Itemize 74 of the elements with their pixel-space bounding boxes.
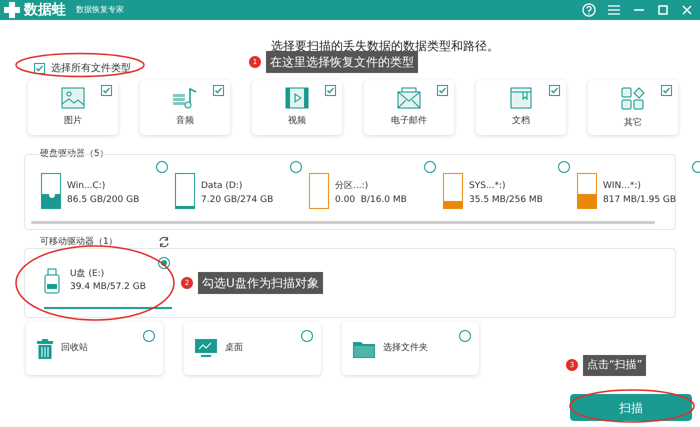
checkbox[interactable]	[549, 85, 560, 96]
drive-size: 39.4 MB/57.2 GB	[70, 281, 146, 294]
drive-size: 86.5 GB/200 GB	[67, 194, 140, 206]
drive-name: SYS...*:)	[469, 180, 507, 193]
location-card[interactable]: 回收站	[26, 322, 163, 375]
file-type-label: 图片	[64, 115, 82, 128]
drive-size: 7.20 GB/274 GB	[201, 194, 274, 206]
grid-icon	[621, 87, 645, 111]
drive-item[interactable]: Data (D:) 7.20 GB/274 GB	[175, 161, 305, 209]
callout-tooltip: 在这里选择恢复文件的类型	[266, 51, 418, 73]
file-type-card[interactable]: 音频	[140, 80, 230, 135]
minimize-icon[interactable]	[634, 9, 644, 11]
file-type-label: 其它	[624, 117, 642, 130]
drive-item[interactable]: SYS...*:) 35.5 MB/256 MB	[443, 161, 573, 209]
maximize-icon[interactable]	[658, 5, 668, 15]
checkbox[interactable]	[34, 63, 45, 74]
drive-name: Win...C:)	[67, 180, 106, 193]
trash-icon	[37, 338, 53, 358]
document-icon	[510, 87, 532, 109]
drive-item[interactable]: WIN...*:) 817 MB/1.95 GB	[577, 161, 700, 209]
file-type-card[interactable]: 视频	[252, 80, 342, 135]
file-type-label: 音频	[176, 115, 194, 128]
app-subtitle: 数据恢复专家	[76, 4, 124, 16]
file-type-label: 视频	[288, 115, 306, 128]
drive-size: 0.00 B/16.0 MB	[335, 194, 407, 206]
drive-size: 35.5 MB/256 MB	[469, 194, 543, 206]
radio-button[interactable]	[558, 161, 570, 173]
file-type-card[interactable]: 电子邮件	[364, 80, 454, 135]
callout-tooltip: 勾选U盘作为扫描对象	[198, 272, 323, 294]
radio-button[interactable]	[143, 330, 155, 342]
usb-drive-icon	[44, 268, 60, 294]
radio-button[interactable]	[156, 161, 168, 173]
section-title: 可移动驱动器（1）	[40, 236, 118, 248]
radio-button[interactable]	[301, 330, 313, 342]
radio-button[interactable]	[424, 161, 436, 173]
drive-name: U盘 (E:)	[70, 268, 106, 280]
checkbox[interactable]	[101, 85, 112, 96]
drive-size: 817 MB/1.95 GB	[603, 194, 676, 206]
radio-button[interactable]	[290, 161, 302, 173]
location-label: 选择文件夹	[383, 342, 428, 355]
drive-name: Data (D:)	[201, 180, 244, 193]
scrollbar[interactable]	[31, 221, 655, 224]
envelope-icon	[397, 87, 421, 109]
help-icon[interactable]	[582, 3, 596, 17]
checkbox[interactable]	[213, 85, 224, 96]
drive-item[interactable]: 分区...:) 0.00 B/16.0 MB	[309, 161, 439, 209]
logo-icon	[4, 2, 20, 18]
close-icon[interactable]	[682, 5, 692, 15]
location-label: 桌面	[225, 342, 243, 355]
folder-icon	[353, 340, 375, 358]
refresh-icon[interactable]	[158, 236, 170, 248]
checkbox[interactable]	[325, 85, 336, 96]
checkbox[interactable]	[437, 85, 448, 96]
file-type-label: 文档	[512, 115, 530, 128]
film-icon	[285, 87, 309, 109]
location-card[interactable]: 桌面	[184, 322, 321, 375]
music-icon	[172, 87, 198, 109]
checkbox[interactable]	[661, 85, 672, 96]
menu-icon[interactable]	[608, 5, 620, 15]
radio-button[interactable]	[459, 330, 471, 342]
file-type-label: 电子邮件	[391, 115, 427, 128]
drive-name: 分区...:)	[335, 180, 370, 193]
file-type-card[interactable]: 文档	[476, 80, 566, 135]
monitor-icon	[195, 338, 217, 358]
location-card[interactable]: 选择文件夹	[342, 322, 479, 375]
drive-name: WIN...*:)	[603, 180, 642, 193]
radio-button[interactable]	[158, 257, 170, 269]
drive-item[interactable]: Win...C:) 86.5 GB/200 GB	[41, 161, 171, 209]
image-icon	[61, 87, 85, 109]
file-type-card[interactable]: 图片	[28, 80, 118, 135]
callout-tooltip: 点击“扫描”	[583, 355, 646, 376]
file-type-card[interactable]: 其它	[588, 80, 678, 135]
app-name: 数据蛙	[24, 0, 66, 20]
location-label: 回收站	[61, 342, 88, 355]
